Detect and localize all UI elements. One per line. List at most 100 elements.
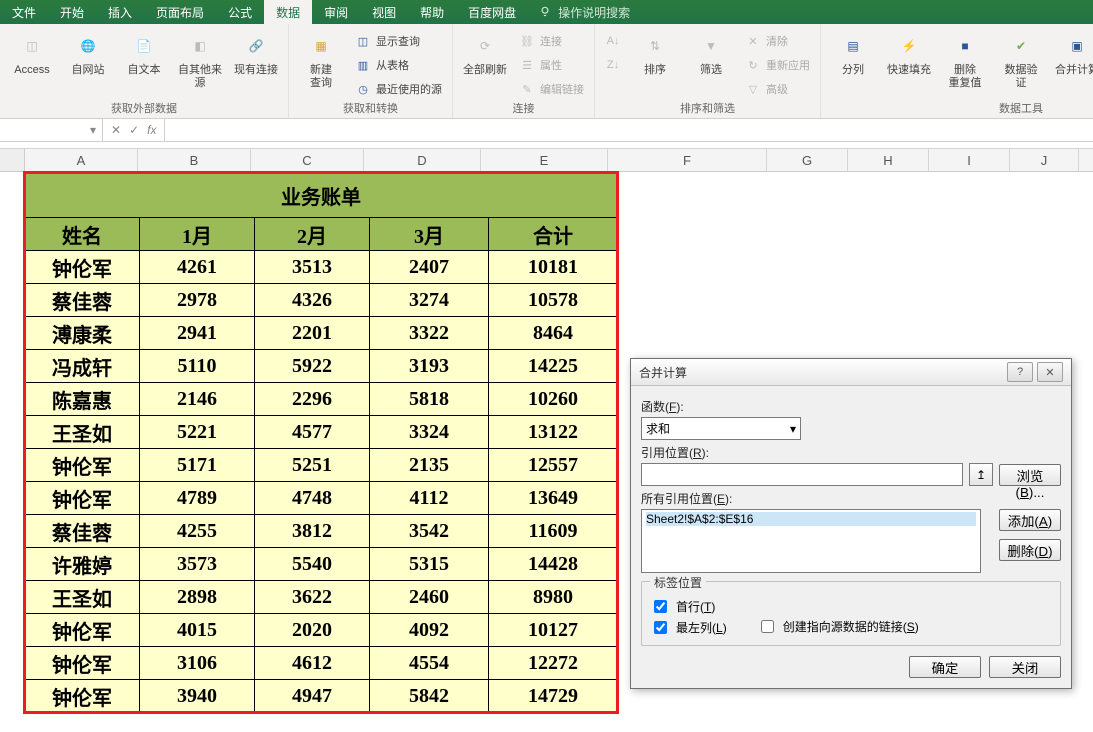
top-row-checkbox[interactable]: 首行(T) [650,597,727,616]
reference-input[interactable] [641,463,963,486]
table-row[interactable]: 许雅婷35735540531514428 [25,548,618,581]
cell[interactable]: 2898 [140,581,255,614]
delete-button[interactable]: 删除(D) [999,539,1061,561]
cell[interactable]: 2296 [255,383,370,416]
cell[interactable]: 12557 [489,449,618,482]
cell[interactable]: 13122 [489,416,618,449]
cell[interactable]: 14225 [489,350,618,383]
all-references-list[interactable]: Sheet2!$A$2:$E$16 [641,509,981,573]
col-header[interactable]: B [138,149,251,171]
filter-button[interactable]: ▼筛选 [685,28,737,77]
refresh-all-button[interactable]: ⟳全部刷新 [459,28,511,77]
cell[interactable]: 钟伦军 [25,614,140,647]
cell[interactable]: 4326 [255,284,370,317]
from-access-button[interactable]: ◫Access [6,28,58,77]
cell[interactable]: 4577 [255,416,370,449]
data-validation-button[interactable]: ✔数据验 证 [995,28,1047,90]
col-header[interactable]: F [608,149,767,171]
cell[interactable]: 4261 [140,251,255,284]
cell[interactable]: 3812 [255,515,370,548]
table-row[interactable]: 蔡佳蓉42553812354211609 [25,515,618,548]
table-row[interactable]: 钟伦军39404947584214729 [25,680,618,713]
formula-input[interactable] [165,119,1093,141]
col-header[interactable]: D [364,149,481,171]
enter-formula-button[interactable]: ✓ [129,123,139,137]
cell[interactable]: 钟伦军 [25,680,140,713]
col-header[interactable]: G [767,149,848,171]
function-select[interactable]: 求和▾ [641,417,801,440]
cell[interactable]: 10578 [489,284,618,317]
tab-view[interactable]: 视图 [360,0,408,24]
table-row[interactable]: 钟伦军42613513240710181 [25,251,618,284]
cell[interactable]: 钟伦军 [25,449,140,482]
cell[interactable]: 陈嘉惠 [25,383,140,416]
text-to-columns-button[interactable]: ▤分列 [827,28,879,77]
col-header[interactable]: C [251,149,364,171]
cell[interactable]: 冯成轩 [25,350,140,383]
col-header[interactable]: H [848,149,929,171]
cell[interactable]: 10181 [489,251,618,284]
cell[interactable]: 12272 [489,647,618,680]
tab-insert[interactable]: 插入 [96,0,144,24]
tab-data[interactable]: 数据 [264,0,312,24]
cell[interactable]: 4789 [140,482,255,515]
clear-filter-button[interactable]: ✕清除 [741,30,814,52]
cell[interactable]: 3106 [140,647,255,680]
col-header[interactable]: E [481,149,608,171]
cell[interactable]: 3193 [370,350,489,383]
cell[interactable]: 10127 [489,614,618,647]
cell[interactable]: 2201 [255,317,370,350]
tab-review[interactable]: 审阅 [312,0,360,24]
from-text-button[interactable]: 📄自文本 [118,28,170,77]
cell[interactable]: 溥康柔 [25,317,140,350]
cell[interactable]: 5842 [370,680,489,713]
cell[interactable]: 4554 [370,647,489,680]
table-row[interactable]: 钟伦军31064612455412272 [25,647,618,680]
cell[interactable]: 8980 [489,581,618,614]
table-row[interactable]: 陈嘉惠21462296581810260 [25,383,618,416]
cell[interactable]: 钟伦军 [25,251,140,284]
cell[interactable]: 2941 [140,317,255,350]
col-header[interactable]: J [1010,149,1079,171]
table-row[interactable]: 蔡佳蓉29784326327410578 [25,284,618,317]
tab-help[interactable]: 帮助 [408,0,456,24]
cell[interactable]: 许雅婷 [25,548,140,581]
cell[interactable]: 钟伦军 [25,647,140,680]
cell[interactable]: 4748 [255,482,370,515]
cell[interactable]: 10260 [489,383,618,416]
sort-ascending-button[interactable]: A↓ [601,30,625,52]
cell[interactable]: 5540 [255,548,370,581]
table-row[interactable]: 钟伦军47894748411213649 [25,482,618,515]
sort-button[interactable]: ⇅排序 [629,28,681,77]
cell[interactable]: 2978 [140,284,255,317]
tab-baidu[interactable]: 百度网盘 [456,0,528,24]
cell[interactable]: 4612 [255,647,370,680]
table-row[interactable]: 冯成轩51105922319314225 [25,350,618,383]
cell[interactable]: 钟伦军 [25,482,140,515]
cell[interactable]: 蔡佳蓉 [25,284,140,317]
cell[interactable]: 4112 [370,482,489,515]
cancel-formula-button[interactable]: ✕ [111,123,121,137]
cell[interactable]: 蔡佳蓉 [25,515,140,548]
reapply-filter-button[interactable]: ↻重新应用 [741,54,814,76]
chevron-down-icon[interactable]: ▾ [90,123,96,137]
cell[interactable]: 2135 [370,449,489,482]
cell[interactable]: 3940 [140,680,255,713]
cell[interactable]: 14729 [489,680,618,713]
consolidate-button[interactable]: ▣合并计算 [1051,28,1093,77]
cell[interactable]: 3274 [370,284,489,317]
col-header[interactable]: A [25,149,138,171]
add-button[interactable]: 添加(A) [999,509,1061,531]
list-item[interactable]: Sheet2!$A$2:$E$16 [646,512,976,526]
connections-button[interactable]: ⛓连接 [515,30,588,52]
cell[interactable]: 3324 [370,416,489,449]
edit-links-button[interactable]: ✎编辑链接 [515,78,588,100]
cell[interactable]: 11609 [489,515,618,548]
properties-button[interactable]: ☰属性 [515,54,588,76]
cell[interactable]: 4015 [140,614,255,647]
cell[interactable]: 3622 [255,581,370,614]
cell[interactable]: 5221 [140,416,255,449]
table-row[interactable]: 溥康柔2941220133228464 [25,317,618,350]
tab-home[interactable]: 开始 [48,0,96,24]
cell[interactable]: 4255 [140,515,255,548]
